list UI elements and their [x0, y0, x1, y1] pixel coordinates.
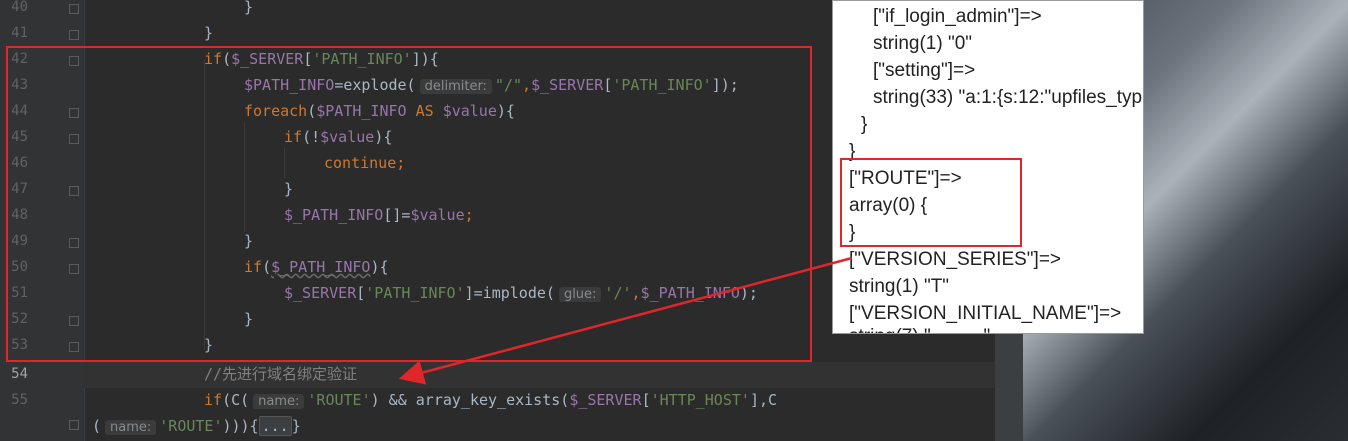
arrow-line — [398, 256, 853, 385]
annotation-arrow — [398, 256, 853, 385]
